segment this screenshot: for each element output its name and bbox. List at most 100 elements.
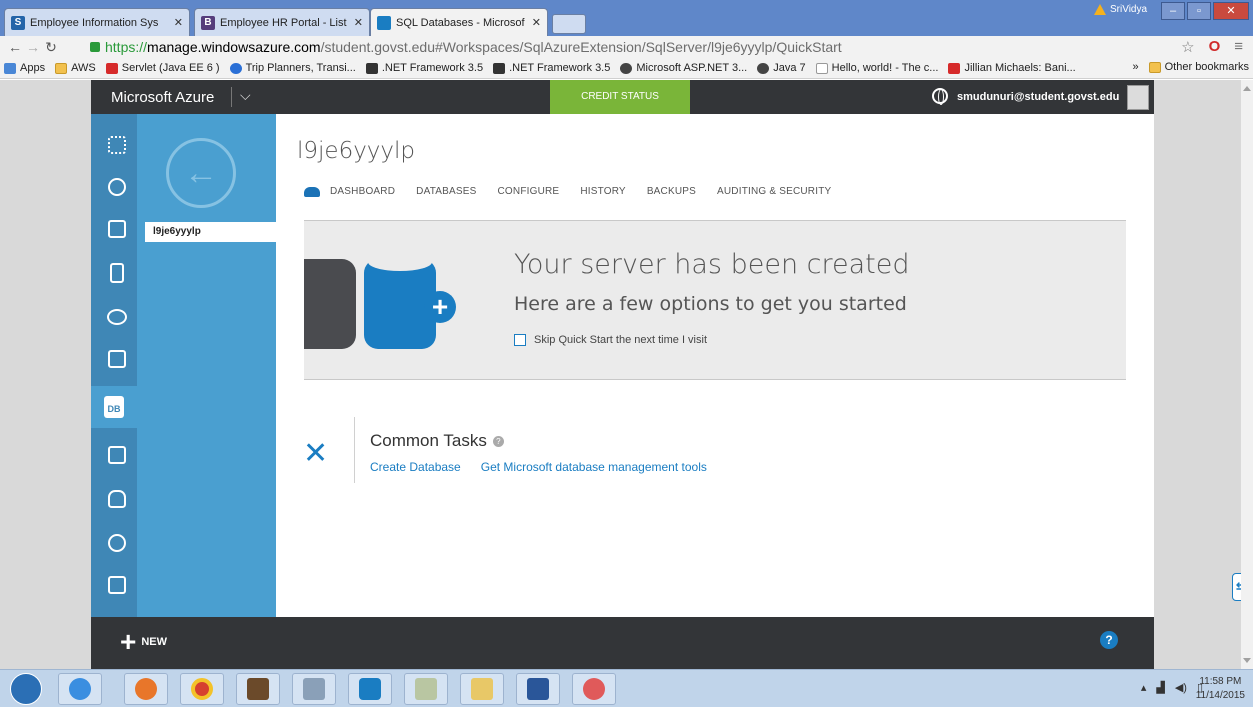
extension-icon[interactable]: O: [1209, 38, 1221, 56]
bookmark-hello-world[interactable]: Hello, world! - The c...: [815, 62, 938, 74]
common-tasks-heading: Common Tasks ?: [370, 431, 504, 451]
back-arrow-icon[interactable]: ←: [6, 39, 24, 55]
bookmark-java7[interactable]: Java 7: [757, 62, 806, 74]
bookmark-net-framework-1[interactable]: .NET Framework 3.5: [365, 62, 483, 74]
globe-icon[interactable]: [932, 88, 948, 105]
tab-history[interactable]: HISTORY: [580, 186, 626, 197]
usb-tool-icon[interactable]: [292, 673, 336, 705]
apps-icon: [4, 62, 16, 74]
browser-tab-bar: S Employee Information Sys ✕ B Employee …: [0, 0, 1253, 36]
azure-brand[interactable]: Microsoft Azure: [111, 89, 214, 106]
database-graphic-top: [368, 253, 432, 271]
websites-icon[interactable]: [106, 176, 128, 198]
java-ide-icon[interactable]: [236, 673, 280, 705]
globe-icon: [757, 62, 770, 74]
vertical-scrollbar[interactable]: [1241, 80, 1253, 669]
network-tool-icon[interactable]: [404, 673, 448, 705]
maximize-button[interactable]: ▫: [1187, 2, 1211, 20]
cloud-services-icon[interactable]: [106, 306, 128, 328]
tasks-divider: [354, 417, 355, 483]
tab-title: SQL Databases - Microsof: [396, 16, 525, 29]
firefox-icon[interactable]: [124, 673, 168, 705]
snipping-tool-icon[interactable]: [572, 673, 616, 705]
avatar[interactable]: [1127, 85, 1149, 110]
bookmark-servlet[interactable]: Servlet (Java EE 6 ): [105, 62, 220, 74]
tab-favicon-icon: B: [201, 15, 215, 30]
tab-dashboard[interactable]: DASHBOARD: [330, 186, 395, 197]
windows-taskbar: ▴ ▟ ◀) ▯ 11:58 PM 11/14/2015: [0, 669, 1253, 707]
bookmark-apps[interactable]: Apps: [4, 62, 45, 74]
service-bus-icon[interactable]: [106, 574, 128, 596]
tab-backups[interactable]: BACKUPS: [647, 186, 696, 197]
credit-status-button[interactable]: CREDIT STATUS: [550, 80, 690, 114]
tab-close-icon[interactable]: ✕: [354, 16, 363, 29]
browser-profile[interactable]: SriVidya: [1094, 4, 1147, 15]
volume-icon[interactable]: ◀): [1175, 681, 1187, 694]
tab-configure[interactable]: CONFIGURE: [498, 186, 560, 197]
tab-auditing-security[interactable]: AUDITING & SECURITY: [717, 186, 831, 197]
reload-icon[interactable]: ↻: [42, 39, 60, 56]
browser-tab-sql-databases[interactable]: SQL Databases - Microsof ✕: [370, 8, 548, 36]
new-tab-button[interactable]: [552, 14, 586, 34]
page-icon: [815, 62, 828, 74]
network-icon[interactable]: ▟: [1156, 681, 1164, 694]
other-bookmarks[interactable]: Other bookmarks: [1148, 61, 1249, 73]
back-circle-button[interactable]: ←: [166, 138, 236, 208]
system-clock[interactable]: 11:58 PM 11/14/2015: [1196, 675, 1245, 703]
server-tabs: DASHBOARD DATABASES CONFIGURE HISTORY BA…: [304, 186, 852, 197]
scroll-up-icon[interactable]: [1243, 86, 1251, 91]
chevron-down-icon[interactable]: ⌵: [240, 87, 251, 104]
bookmarks-overflow-button[interactable]: »: [1133, 61, 1139, 73]
close-window-button[interactable]: ✕: [1213, 2, 1249, 20]
tab-databases[interactable]: DATABASES: [416, 186, 476, 197]
bookmark-jillian[interactable]: Jillian Michaels: Bani...: [948, 62, 1076, 74]
teamviewer-taskbar-icon[interactable]: [348, 673, 392, 705]
skip-quickstart-checkbox[interactable]: [514, 334, 526, 346]
chrome-icon[interactable]: [180, 673, 224, 705]
bookmark-asp-net[interactable]: Microsoft ASP.NET 3...: [620, 62, 747, 74]
virtual-machines-icon[interactable]: [106, 218, 128, 240]
menu-icon[interactable]: ≡: [1234, 38, 1243, 56]
batch-services-icon[interactable]: [106, 348, 128, 370]
tab-close-icon[interactable]: ✕: [532, 16, 541, 29]
quickstart-cloud-icon[interactable]: [304, 186, 320, 197]
forward-arrow-icon[interactable]: →: [24, 39, 42, 55]
user-email[interactable]: smudunuri@student.govst.edu: [957, 91, 1119, 103]
minimize-button[interactable]: –: [1161, 2, 1185, 20]
help-icon[interactable]: ?: [492, 435, 504, 447]
bookmark-trip-planners[interactable]: Trip Planners, Transi...: [229, 62, 356, 74]
header-divider: [231, 87, 232, 107]
database-graphic-dark: [304, 259, 356, 349]
scroll-down-icon[interactable]: [1243, 658, 1251, 663]
star-icon[interactable]: ☆: [1181, 38, 1194, 56]
browser-tab-employee-info[interactable]: S Employee Information Sys ✕: [4, 8, 190, 36]
url-field[interactable]: https:// manage.windowsazure.com /studen…: [90, 37, 1160, 57]
start-button[interactable]: [10, 673, 42, 705]
skip-quickstart-option[interactable]: Skip Quick Start the next time I visit: [514, 334, 707, 346]
bookmark-net-framework-2[interactable]: .NET Framework 3.5: [493, 62, 610, 74]
browser-tab-hr-portal[interactable]: B Employee HR Portal - List ✕: [194, 8, 370, 36]
new-button[interactable]: + NEW: [120, 628, 167, 656]
word-icon[interactable]: [516, 673, 560, 705]
tab-close-icon[interactable]: ✕: [174, 16, 183, 29]
internet-explorer-icon[interactable]: [58, 673, 102, 705]
bookmark-aws[interactable]: AWS: [55, 62, 96, 74]
file-explorer-icon[interactable]: [460, 673, 504, 705]
show-hidden-icons-icon[interactable]: ▴: [1141, 681, 1147, 694]
azure-footer: + NEW ?: [91, 617, 1154, 669]
help-button[interactable]: ?: [1100, 631, 1118, 649]
url-host: manage.windowsazure.com: [147, 39, 321, 55]
get-management-tools-link[interactable]: Get Microsoft database management tools: [481, 460, 707, 474]
nav-item-server[interactable]: l9je6yyylp: [145, 222, 276, 242]
lock-icon: [90, 42, 100, 52]
mobile-services-icon[interactable]: [106, 262, 128, 284]
all-items-icon[interactable]: [106, 134, 128, 156]
sql-databases-icon[interactable]: DB: [91, 386, 137, 428]
storage-icon[interactable]: [106, 444, 128, 466]
hdinsight-icon[interactable]: [106, 488, 128, 510]
create-database-link[interactable]: Create Database: [370, 460, 461, 474]
media-services-icon[interactable]: [106, 532, 128, 554]
tab-title: Employee HR Portal - List: [220, 16, 347, 29]
warning-icon: [1094, 4, 1106, 15]
tools-icon: ✕: [303, 437, 329, 470]
